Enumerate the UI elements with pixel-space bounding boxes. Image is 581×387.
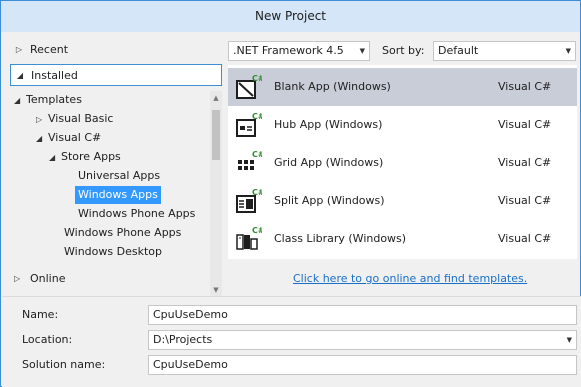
template-row-split-app[interactable]: C# Split App (Windows) Visual C#: [228, 182, 577, 220]
solution-name-label: Solution name:: [22, 358, 106, 371]
template-language: Visual C#: [498, 194, 552, 207]
installed-template-tree: ◢ Templates ▷ Visual Basic ◢ Visual C# ◢ Sto…: [10, 91, 210, 297]
template-language: Visual C#: [498, 156, 552, 169]
expanded-arrow-icon: ◢: [14, 96, 21, 105]
tree-item-templates[interactable]: ◢ Templates: [14, 91, 82, 109]
expanded-arrow-icon: ◢: [36, 134, 43, 143]
tree-item-label: Visual C#: [48, 131, 102, 144]
framework-value: .NET Framework 4.5: [233, 44, 344, 57]
solution-name-value: CpuUseDemo: [153, 358, 228, 371]
collapsed-arrow-icon: ▷: [36, 115, 43, 124]
chevron-right-icon: ▷: [14, 274, 21, 283]
template-name: Blank App (Windows): [274, 80, 391, 93]
nav-recent[interactable]: ▷ Recent: [10, 39, 222, 61]
solution-name-input[interactable]: CpuUseDemo: [148, 355, 577, 375]
chevron-down-icon: ◢: [16, 71, 24, 80]
tree-item-label: Store Apps: [61, 150, 121, 163]
tree-item-windows-phone-apps[interactable]: Windows Phone Apps: [64, 224, 181, 242]
nav-online[interactable]: ▷ Online: [10, 269, 222, 289]
chevron-down-icon: ▼: [566, 336, 572, 344]
template-name: Hub App (Windows): [274, 118, 383, 131]
template-row-hub-app[interactable]: C# Hub App (Windows) Visual C#: [228, 106, 577, 144]
template-name: Split App (Windows): [274, 194, 385, 207]
tree-item-label: Windows Phone Apps: [64, 226, 182, 239]
scroll-up-icon[interactable]: ▲: [210, 91, 222, 105]
tree-item-store-apps[interactable]: ◢ Store Apps: [49, 148, 121, 166]
nav-online-label: Online: [30, 272, 66, 285]
scroll-thumb[interactable]: [212, 110, 220, 160]
sort-by-label: Sort by:: [382, 44, 425, 57]
framework-dropdown[interactable]: .NET Framework 4.5 ▼: [228, 41, 370, 61]
template-row-grid-app[interactable]: C# Grid App (Windows) Visual C#: [228, 144, 577, 182]
location-dropdown[interactable]: D:\Projects ▼: [148, 330, 577, 350]
split-app-icon: C#: [236, 188, 262, 213]
tree-item-visual-csharp[interactable]: ◢ Visual C#: [36, 129, 101, 147]
template-language: Visual C#: [498, 232, 552, 245]
tree-item-universal-apps[interactable]: Universal Apps: [78, 167, 160, 185]
svg-text:C#: C#: [252, 188, 262, 197]
project-details-form: Name: CpuUseDemo Location: D:\Projects ▼…: [2, 296, 581, 387]
tree-item-label: Windows Phone Apps: [78, 207, 196, 220]
svg-text:C#: C#: [252, 150, 262, 159]
svg-text:C#: C#: [252, 226, 262, 235]
find-templates-online-link[interactable]: Click here to go online and find templat…: [293, 269, 527, 289]
tree-item-visual-basic[interactable]: ▷ Visual Basic: [36, 110, 113, 128]
template-row-blank-app[interactable]: C# Blank App (Windows) Visual C#: [228, 68, 577, 106]
tree-scrollbar[interactable]: ▲ ▼: [210, 91, 222, 297]
template-language: Visual C#: [498, 118, 552, 131]
svg-text:C#: C#: [252, 112, 262, 121]
template-navigation: ▷ Recent ◢ Installed ◢ Templates ▷ Visual …: [10, 39, 225, 297]
template-row-class-library[interactable]: C# Class Library (Windows) Visual C#: [228, 220, 577, 258]
expanded-arrow-icon: ◢: [49, 153, 56, 162]
nav-installed-label: Installed: [31, 69, 78, 82]
location-value: D:\Projects: [153, 333, 213, 346]
tree-item-label: Universal Apps: [78, 169, 161, 182]
tree-item-label: Windows Apps: [78, 188, 158, 201]
template-list: C# Blank App (Windows) Visual C# C# Hub …: [228, 65, 577, 259]
project-name-value: CpuUseDemo: [153, 308, 228, 321]
chevron-down-icon: ▼: [565, 47, 571, 55]
template-language: Visual C#: [498, 80, 552, 93]
tree-item-label: Visual Basic: [48, 112, 114, 125]
tree-item-windows-phone-apps-store[interactable]: Windows Phone Apps: [78, 205, 195, 223]
tree-item-label: Templates: [26, 93, 82, 106]
chevron-right-icon: ▷: [15, 45, 23, 54]
project-name-input[interactable]: CpuUseDemo: [148, 305, 577, 325]
sort-by-dropdown[interactable]: Default ▼: [433, 41, 576, 61]
tree-item-label: Windows Desktop: [64, 245, 162, 258]
dialog-title: New Project: [1, 1, 580, 32]
template-name: Class Library (Windows): [274, 232, 407, 245]
blank-app-icon: C#: [236, 74, 262, 99]
nav-installed[interactable]: ◢ Installed: [10, 64, 222, 86]
svg-text:C#: C#: [252, 74, 262, 83]
name-label: Name:: [22, 308, 59, 321]
grid-app-icon: C#: [238, 150, 262, 170]
chevron-down-icon: ▼: [359, 47, 365, 55]
hub-app-icon: C#: [236, 112, 262, 137]
sort-value: Default: [438, 44, 479, 57]
nav-recent-label: Recent: [30, 43, 69, 56]
new-project-dialog: New Project ▷ Recent ◢ Installed ◢ Templa…: [0, 0, 581, 387]
template-name: Grid App (Windows): [274, 156, 384, 169]
location-label: Location:: [22, 333, 73, 346]
class-library-icon: C#: [236, 226, 262, 250]
tree-item-windows-apps[interactable]: Windows Apps: [75, 186, 161, 204]
tree-item-windows-desktop[interactable]: Windows Desktop: [64, 243, 162, 261]
